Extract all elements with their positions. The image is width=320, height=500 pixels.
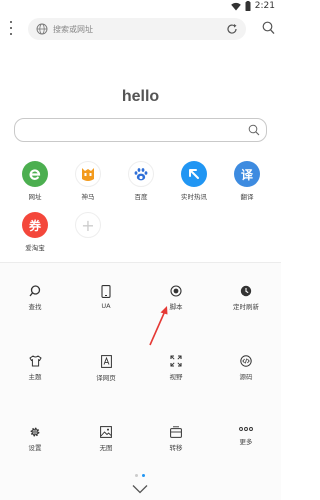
hot-news-icon: [181, 161, 207, 187]
status-bar: 2:21: [0, 0, 281, 14]
refresh-icon[interactable]: [226, 23, 238, 35]
tool-label: 无图: [99, 444, 113, 452]
transfer-icon: [170, 426, 182, 438]
find-icon: [29, 285, 41, 297]
top-bar: 搜索或网址: [0, 14, 281, 42]
translate-page-icon: [100, 355, 112, 368]
tool-label: 设置: [28, 444, 42, 452]
search-icon[interactable]: [262, 21, 275, 35]
shortcut-label: 神马: [81, 193, 95, 201]
tool-more[interactable]: 更多: [224, 426, 268, 446]
tool-translate-page[interactable]: 译网页: [84, 355, 128, 382]
divider: [0, 262, 281, 263]
tool-label: 查找: [28, 303, 42, 311]
fullscreen-icon: [170, 355, 182, 367]
shenma-logo-icon: [75, 161, 101, 187]
tool-find[interactable]: 查找: [13, 285, 57, 311]
script-icon: [170, 285, 182, 297]
shortcut-add[interactable]: +: [66, 212, 110, 238]
coupon-icon: 券: [22, 212, 48, 238]
tool-label: UA: [101, 302, 111, 310]
search-icon[interactable]: [248, 124, 260, 136]
source-code-icon: [240, 355, 252, 367]
tool-settings[interactable]: 设置: [13, 426, 57, 452]
wifi-icon: [230, 2, 241, 10]
theme-shirt-icon: [28, 355, 42, 367]
tool-transfer[interactable]: 转移: [154, 426, 198, 452]
tool-label: 视野: [169, 373, 183, 381]
shortcut-label: 爱淘宝: [25, 244, 45, 252]
url-bar[interactable]: 搜索或网址: [28, 18, 246, 40]
page-dot-active: [142, 474, 145, 477]
tool-label: 转移: [169, 444, 183, 452]
tool-label: 更多: [239, 438, 253, 446]
add-shortcut-icon: +: [75, 212, 101, 238]
tool-theme[interactable]: 主题: [13, 355, 57, 381]
annotation-arrow-icon: [149, 306, 168, 346]
tool-label: 译网页: [96, 374, 116, 382]
page-indicator: [135, 474, 145, 477]
tool-label: 定时刷新: [233, 303, 259, 311]
tool-label: 源码: [239, 373, 253, 381]
shortcut-baidu[interactable]: 百度: [119, 161, 163, 201]
shortcut-ai-taobao[interactable]: 券 爱淘宝: [13, 212, 57, 252]
url-placeholder: 搜索或网址: [53, 24, 93, 34]
tool-timer-refresh[interactable]: 定时刷新: [224, 285, 268, 311]
tool-source-code[interactable]: 源码: [224, 355, 268, 381]
tool-fullscreen[interactable]: 视野: [154, 355, 198, 381]
chevron-down-icon[interactable]: [132, 484, 148, 494]
timer-refresh-icon: [240, 285, 252, 297]
shortcut-translate[interactable]: 译 翻译: [225, 161, 269, 201]
tool-label: 主题: [28, 373, 42, 381]
no-image-icon: [100, 426, 112, 438]
home-search-input[interactable]: [14, 118, 267, 142]
shortcut-label: 网址: [28, 193, 42, 201]
shortcut-label: 百度: [134, 193, 148, 201]
shortcut-wangzhi[interactable]: 网址: [13, 161, 57, 201]
globe-icon: [36, 23, 48, 35]
baidu-paw-icon: [128, 161, 154, 187]
user-agent-icon: [101, 285, 111, 298]
tool-no-image[interactable]: 无图: [84, 426, 128, 452]
shortcut-label: 翻译: [240, 193, 254, 201]
settings-gear-icon: [30, 427, 40, 437]
shortcut-shenma[interactable]: 神马: [66, 161, 110, 201]
home-greeting: hello: [121, 88, 160, 105]
status-time: 2:21: [254, 1, 275, 11]
tool-ua[interactable]: UA: [84, 285, 128, 310]
overflow-menu-icon[interactable]: [8, 21, 14, 35]
battery-icon: [245, 1, 251, 11]
translate-icon: 译: [234, 161, 260, 187]
page-dot: [135, 474, 138, 477]
more-icon: [239, 427, 253, 431]
shortcut-hot-news[interactable]: 实时热讯: [172, 161, 216, 201]
shortcut-label: 实时热讯: [181, 193, 207, 201]
browser-e-icon: [22, 161, 48, 187]
